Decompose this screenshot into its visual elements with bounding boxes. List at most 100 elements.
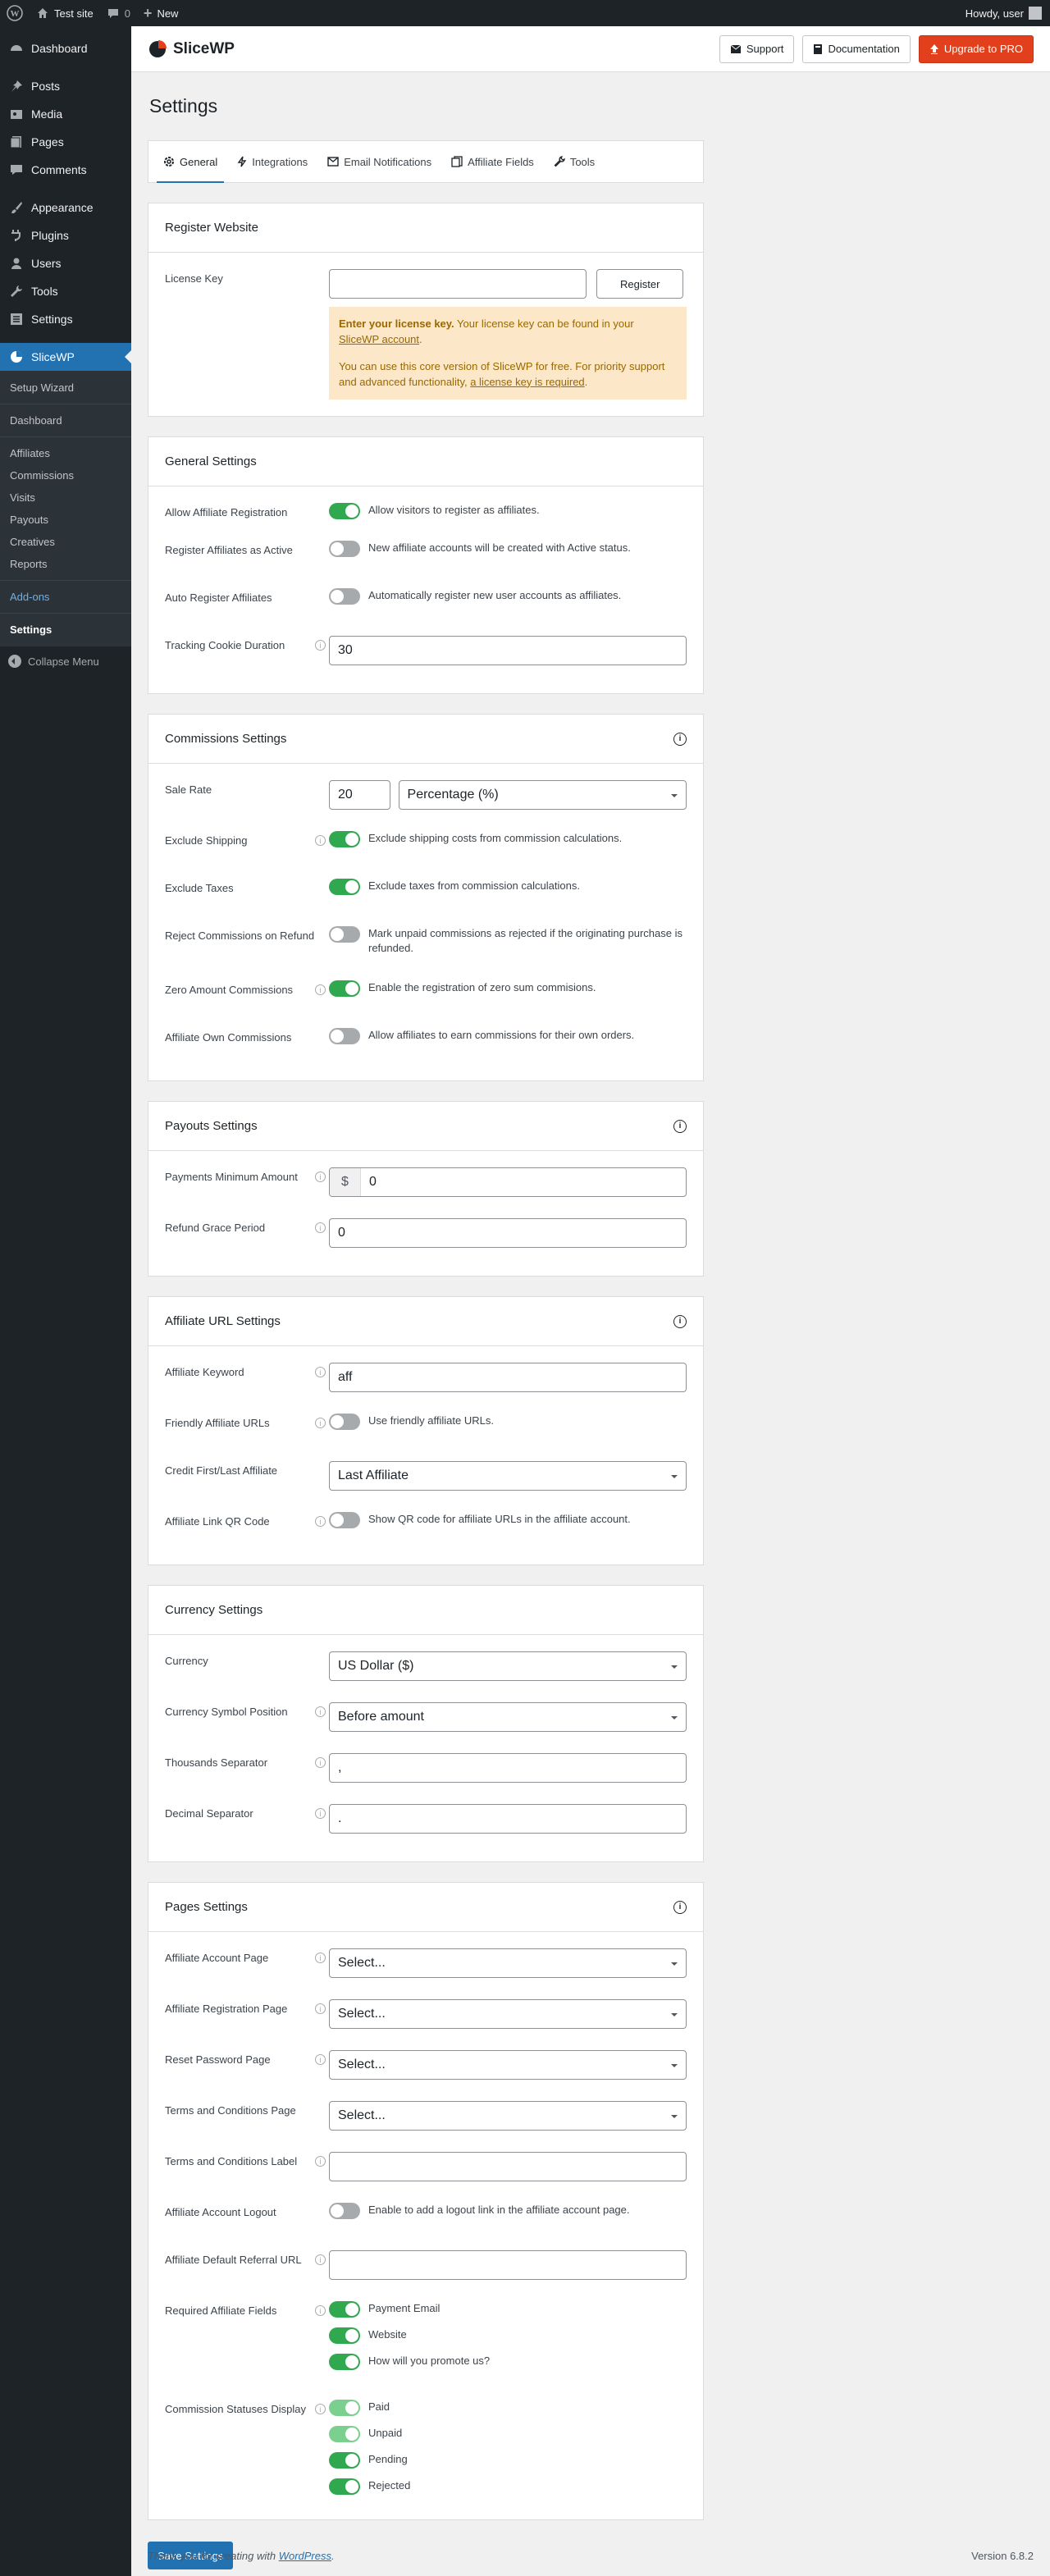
collapse-menu-button[interactable]: Collapse Menu [0,646,131,676]
submenu-settings[interactable]: Settings [0,619,131,641]
info-circle-icon[interactable]: i [673,732,687,746]
info-icon[interactable]: i [315,640,326,651]
submenu-reports[interactable]: Reports [0,553,131,575]
terms-label-input[interactable] [329,2152,687,2182]
slicewp-account-link[interactable]: SliceWP account [339,333,419,345]
info-circle-icon[interactable]: i [673,1119,687,1133]
slicewp-logo: SliceWP [148,39,235,59]
allow-registration-toggle[interactable] [329,503,360,520]
info-icon[interactable]: i [315,835,326,847]
auto-register-toggle[interactable] [329,588,360,605]
sidebar-item-tools[interactable]: Tools [0,277,131,305]
info-icon[interactable]: i [315,1757,326,1769]
minimum-amount-input[interactable]: $0 [329,1167,687,1198]
wordpress-logo-icon[interactable]: W [0,0,30,26]
submenu-setup-wizard[interactable]: Setup Wizard [0,377,131,399]
submenu-payouts[interactable]: Payouts [0,509,131,531]
info-icon[interactable]: i [315,984,326,996]
info-circle-icon[interactable]: i [673,1900,687,1914]
qr-code-toggle[interactable] [329,1512,360,1529]
info-icon[interactable]: i [315,1516,326,1528]
submenu-creatives[interactable]: Creatives [0,531,131,553]
status-rejected-toggle[interactable] [329,2478,360,2496]
required-payment-email-toggle[interactable] [329,2301,360,2318]
sidebar-item-pages[interactable]: Pages [0,128,131,156]
sidebar-item-plugins[interactable]: Plugins [0,222,131,249]
registration-page-select[interactable]: Select... [329,1999,687,2030]
sidebar-item-slicewp[interactable]: SliceWP [0,343,131,371]
required-website-toggle[interactable] [329,2327,360,2345]
friendly-urls-toggle[interactable] [329,1414,360,1431]
tab-tools[interactable]: Tools [547,141,601,182]
zero-amount-toggle[interactable] [329,980,360,998]
new-content-link[interactable]: + New [137,0,185,26]
register-active-toggle[interactable] [329,541,360,558]
exclude-taxes-toggle[interactable] [329,879,360,896]
symbol-position-select[interactable]: Before amount [329,1702,687,1733]
wordpress-link[interactable]: WordPress [279,2550,331,2562]
sidebar-item-media[interactable]: Media [0,100,131,128]
decimal-separator-input[interactable]: . [329,1804,687,1834]
info-icon[interactable]: i [315,1953,326,1964]
info-icon[interactable]: i [315,2156,326,2167]
exclude-shipping-toggle[interactable] [329,831,360,848]
my-account-link[interactable]: Howdy, user [966,7,1050,20]
info-icon[interactable]: i [315,1172,326,1183]
license-key-input[interactable] [329,269,587,299]
sidebar-item-appearance[interactable]: Appearance [0,194,131,222]
documentation-button[interactable]: Documentation [802,34,911,63]
currency-select[interactable]: US Dollar ($) [329,1651,687,1682]
account-page-select[interactable]: Select... [329,1948,687,1979]
sidebar-item-dashboard[interactable]: Dashboard [0,34,131,62]
info-icon[interactable]: i [315,2054,326,2066]
submenu-dashboard[interactable]: Dashboard [0,409,131,432]
status-pending-toggle[interactable] [329,2452,360,2469]
status-paid-toggle[interactable] [329,2400,360,2417]
own-commissions-toggle[interactable] [329,1028,360,1045]
register-button[interactable]: Register [596,269,684,299]
upgrade-to-pro-button[interactable]: Upgrade to PRO [918,34,1034,63]
thousands-separator-input[interactable]: , [329,1753,687,1784]
grace-period-input[interactable]: 0 [329,1218,687,1249]
tab-integrations[interactable]: Integrations [231,141,314,182]
tab-affiliate-fields[interactable]: Affiliate Fields [445,141,541,182]
terms-page-select[interactable]: Select... [329,2101,687,2131]
credit-affiliate-label: Credit First/Last Affiliate [165,1464,278,1478]
license-key-required-link[interactable]: a license key is required [470,376,584,388]
info-icon[interactable]: i [315,2404,326,2415]
info-icon[interactable]: i [315,1367,326,1378]
sidebar-item-settings[interactable]: Settings [0,305,131,333]
reject-on-refund-toggle[interactable] [329,926,360,943]
slicewp-submenu: Setup Wizard Dashboard Affiliates Commis… [0,371,131,646]
submenu-add-ons[interactable]: Add-ons [0,586,131,608]
info-icon[interactable]: i [315,2254,326,2266]
sidebar-item-users[interactable]: Users [0,249,131,277]
account-logout-toggle[interactable] [329,2203,360,2220]
default-referral-url-input[interactable] [329,2250,687,2281]
info-circle-icon[interactable]: i [673,1314,687,1328]
info-icon[interactable]: i [315,2003,326,2015]
credit-affiliate-select[interactable]: Last Affiliate [329,1461,687,1491]
info-icon[interactable]: i [315,1706,326,1718]
info-icon[interactable]: i [315,1418,326,1429]
tab-general[interactable]: General [157,141,225,183]
reset-password-page-select[interactable]: Select... [329,2050,687,2080]
submenu-commissions[interactable]: Commissions [0,464,131,486]
required-promote-toggle[interactable] [329,2354,360,2371]
sale-rate-type-select[interactable]: Percentage (%) [398,780,687,811]
support-button[interactable]: Support [719,34,795,63]
submenu-affiliates[interactable]: Affiliates [0,442,131,464]
affiliate-keyword-input[interactable]: aff [329,1363,687,1393]
info-icon[interactable]: i [315,2305,326,2317]
status-unpaid-toggle[interactable] [329,2426,360,2443]
sidebar-item-posts[interactable]: Posts [0,72,131,100]
tab-email-notifications[interactable]: Email Notifications [321,141,438,182]
sidebar-item-comments[interactable]: Comments [0,156,131,184]
info-icon[interactable]: i [315,1222,326,1234]
info-icon[interactable]: i [315,1808,326,1820]
sale-rate-input[interactable]: 20 [329,780,390,811]
submenu-visits[interactable]: Visits [0,486,131,509]
site-name-link[interactable]: Test site [30,0,100,26]
cookie-duration-input[interactable]: 30 [329,636,687,666]
comments-link[interactable]: 0 [100,0,137,26]
